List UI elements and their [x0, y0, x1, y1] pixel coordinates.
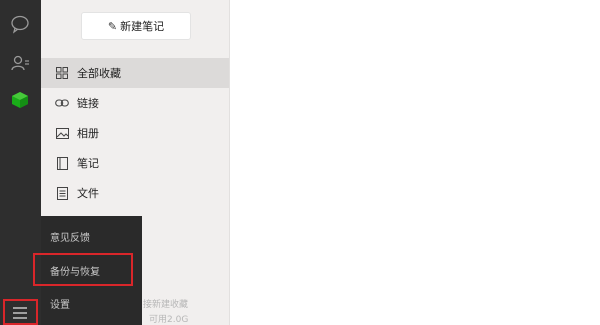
new-note-label: 新建笔记	[120, 20, 165, 33]
nav-item-album[interactable]: 相册	[41, 118, 229, 148]
nav-item-label: 链接	[77, 97, 99, 110]
nav-item-label: 相册	[77, 127, 99, 140]
menu-item-feedback[interactable]: 意见反馈	[50, 229, 90, 244]
storage-text: 可用2.0G	[149, 315, 189, 325]
nav-item-notes[interactable]: 笔记	[41, 148, 229, 178]
contacts-icon[interactable]	[8, 51, 32, 75]
image-icon	[55, 126, 69, 140]
nav-item-links[interactable]: 链接	[41, 88, 229, 118]
menu-item-settings[interactable]: 设置	[50, 296, 70, 311]
backup-restore-highlight	[33, 253, 133, 286]
nav-item-label: 全部收藏	[77, 67, 121, 80]
nav-item-label: 文件	[77, 187, 99, 200]
grid-icon	[55, 66, 69, 80]
favorites-cube-icon[interactable]	[8, 88, 32, 112]
nav-item-label: 笔记	[77, 157, 99, 170]
main-content	[230, 0, 600, 325]
pencil-icon: ✎	[107, 19, 118, 33]
footer-hint-text: 接新建收藏	[143, 300, 189, 310]
menu-button-highlight	[3, 299, 38, 325]
file-icon	[55, 186, 69, 200]
nav-item-files[interactable]: 文件	[41, 178, 229, 208]
link-icon	[55, 96, 69, 110]
nav-item-all-favorites[interactable]: 全部收藏	[41, 58, 229, 88]
notebook-icon	[55, 156, 69, 170]
new-note-button[interactable]: ✎ 新建笔记	[81, 12, 191, 40]
chat-icon[interactable]	[8, 12, 32, 36]
